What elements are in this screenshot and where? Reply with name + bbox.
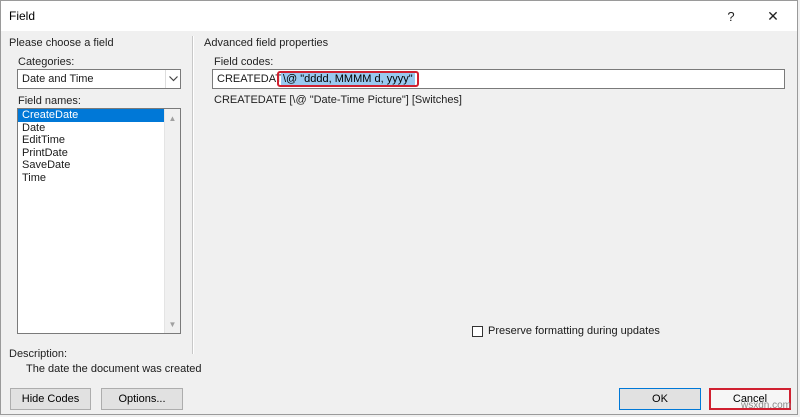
field-name-item[interactable]: CreateDate [18, 109, 164, 122]
chevron-down-icon[interactable] [165, 70, 180, 88]
field-codes-label: Field codes: [214, 56, 274, 68]
field-names-list[interactable]: CreateDate Date EditTime PrintDate SaveDate T… [17, 108, 181, 334]
preserve-formatting-label: Preserve formatting during updates [488, 325, 660, 337]
choose-field-group-label: Please choose a field [9, 37, 114, 49]
field-names-label: Field names: [18, 95, 81, 107]
title-bar[interactable]: Field ? ✕ [1, 1, 797, 31]
field-name-item[interactable]: SaveDate [18, 159, 164, 172]
vertical-divider [192, 36, 194, 354]
categories-value: Date and Time [22, 73, 94, 85]
advanced-properties-group-label: Advanced field properties [204, 37, 329, 49]
preserve-formatting-checkbox[interactable] [472, 325, 483, 337]
field-name-item[interactable]: PrintDate [18, 147, 164, 160]
categories-dropdown[interactable]: Date and Time [17, 69, 181, 89]
window-title: Field [9, 9, 36, 23]
field-codes-input[interactable]: CREATEDATE \@ "dddd, MMMM d, yyyy" [212, 69, 785, 89]
field-code-switch: \@ "dddd, MMMM d, yyyy" [281, 73, 415, 85]
field-dialog: Field ? ✕ Please choose a field Categori… [0, 0, 798, 415]
field-names-scrollbar[interactable]: ▲ ▼ [164, 109, 180, 333]
options-button[interactable]: Options... [101, 388, 183, 410]
close-icon[interactable]: ✕ [753, 1, 793, 31]
field-name-item[interactable]: Time [18, 172, 164, 185]
watermark: wsxdn.com [740, 400, 791, 411]
scroll-up-icon[interactable]: ▲ [165, 111, 180, 125]
scroll-down-icon[interactable]: ▼ [165, 317, 180, 331]
description-text: The date the document was created [26, 363, 202, 375]
categories-label: Categories: [18, 56, 75, 68]
hide-codes-button[interactable]: Hide Codes [10, 388, 91, 410]
field-code-syntax-hint: CREATEDATE [\@ "Date-Time Picture"] [Swi… [214, 94, 462, 106]
help-icon[interactable]: ? [711, 1, 751, 31]
preserve-formatting-option[interactable]: Preserve formatting during updates [472, 325, 660, 337]
field-name-item[interactable]: EditTime [18, 134, 164, 147]
field-name-item[interactable]: Date [18, 122, 164, 135]
field-code-switch-highlight: \@ "dddd, MMMM d, yyyy" [277, 71, 419, 87]
description-label: Description: [9, 348, 68, 360]
ok-button[interactable]: OK [619, 388, 701, 410]
